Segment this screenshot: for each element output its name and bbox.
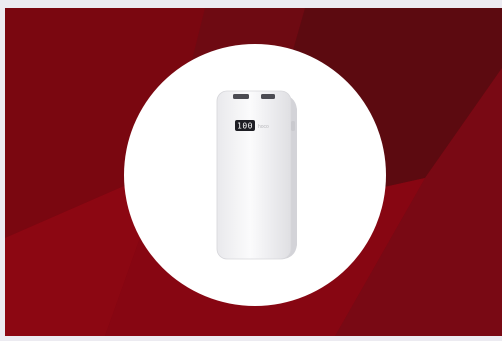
power-bank-body bbox=[216, 90, 292, 260]
power-button bbox=[291, 121, 295, 131]
usb-c-port-icon bbox=[261, 94, 275, 99]
battery-display-readout: 100 bbox=[237, 122, 253, 131]
usb-port-icon bbox=[233, 94, 249, 99]
brand-logo-text: hoco bbox=[258, 124, 269, 130]
power-bank-image: 100 hoco bbox=[216, 90, 297, 260]
